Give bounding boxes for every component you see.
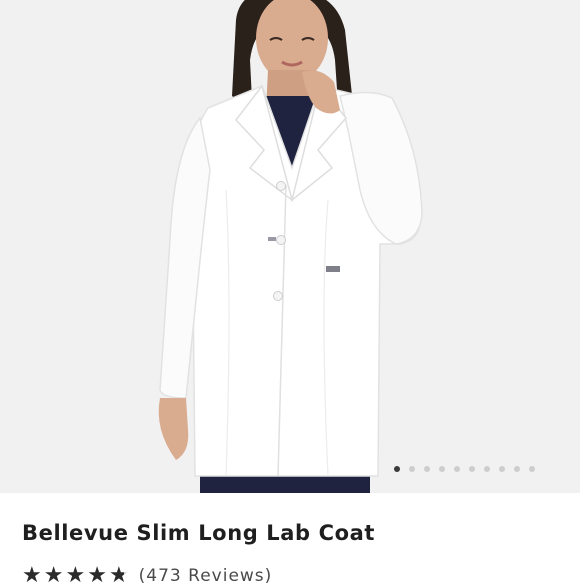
gallery-dot[interactable]: [454, 466, 460, 472]
product-image[interactable]: [0, 0, 580, 493]
star-half-icon: ★: [108, 563, 129, 588]
product-info: Bellevue Slim Long Lab Coat ★ ★ ★ ★ ★ (4…: [0, 493, 580, 587]
gallery-dot[interactable]: [499, 466, 505, 472]
reviews-link[interactable]: (473 Reviews): [139, 566, 273, 586]
gallery-dot[interactable]: [394, 466, 400, 472]
gallery-dot[interactable]: [409, 466, 415, 472]
gallery-dot[interactable]: [529, 466, 535, 472]
product-rating[interactable]: ★ ★ ★ ★ ★ (473 Reviews): [22, 564, 272, 588]
star-icon: ★: [87, 563, 107, 588]
star-icon: ★: [65, 563, 86, 588]
star-icon: ★: [22, 563, 42, 588]
rating-stars: ★ ★ ★ ★ ★: [22, 565, 129, 587]
gallery-dot[interactable]: [469, 466, 475, 472]
gallery-dot[interactable]: [514, 466, 520, 472]
product-title: Bellevue Slim Long Lab Coat: [22, 521, 376, 545]
gallery-dot[interactable]: [439, 466, 445, 472]
gallery-dot[interactable]: [484, 466, 490, 472]
gallery-dot[interactable]: [424, 466, 430, 472]
lab-coat-photo: [158, 0, 423, 493]
star-icon: ★: [43, 563, 64, 588]
gallery-pagination: [394, 466, 535, 472]
